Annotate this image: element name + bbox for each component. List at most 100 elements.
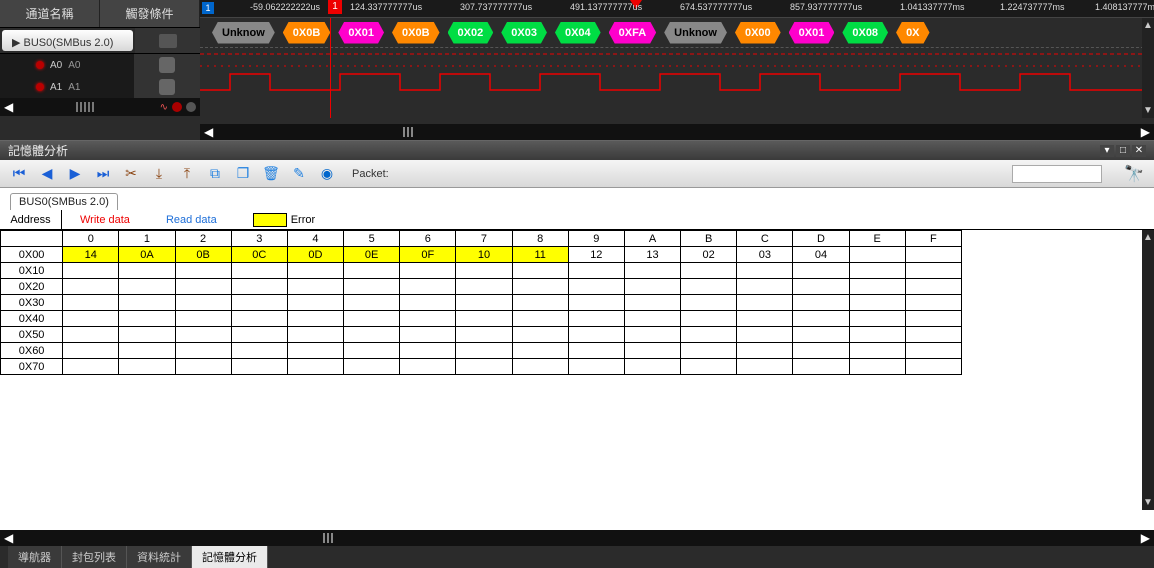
mem-cell[interactable] [400,311,456,327]
mem-cell[interactable] [400,279,456,295]
time-ruler[interactable]: 1 1 -59.062222222us 124.337777777us 307.… [200,0,1154,18]
last-button[interactable]: ⏭ [94,165,112,183]
import-button[interactable]: ⤓ [150,165,168,183]
mem-cell[interactable] [849,327,905,343]
mem-cell[interactable] [568,359,624,375]
waveform-scrollbar[interactable]: ◀ ▶ [200,124,1154,140]
packet-0X0B[interactable]: 0X0B [392,22,440,44]
packet-0X02[interactable]: 0X02 [448,22,494,44]
mem-cell[interactable] [175,327,231,343]
mem-cell[interactable] [287,311,343,327]
packet-0X01[interactable]: 0X01 [338,22,384,44]
waveform-area[interactable]: 1 1 -59.062222222us 124.337777777us 307.… [200,0,1154,140]
mem-cell[interactable] [231,343,287,359]
mem-cell[interactable] [344,343,400,359]
bus-row[interactable]: Unknow0X0B0X010X0B0X020X030X040XFAUnknow… [200,18,1154,48]
mem-cell[interactable] [793,343,849,359]
channel-bus0[interactable]: ▶ BUS0(SMBus 2.0) [2,30,133,51]
mem-cell[interactable] [63,311,119,327]
mem-cell[interactable] [63,279,119,295]
minimize-icon[interactable]: ▾ [1100,145,1114,157]
mem-cell[interactable] [624,263,680,279]
mem-cell[interactable] [119,279,175,295]
mem-cell[interactable] [905,295,961,311]
packet-0X03[interactable]: 0X03 [501,22,547,44]
mem-cell[interactable] [512,295,568,311]
mem-cell[interactable] [849,247,905,263]
search-input[interactable] [1012,165,1102,183]
mem-cell[interactable] [287,295,343,311]
mem-cell[interactable]: 14 [63,247,119,263]
mem-cell[interactable]: 0B [175,247,231,263]
mem-cell[interactable] [400,263,456,279]
mem-cell[interactable] [456,343,512,359]
tab-資料統計[interactable]: 資料統計 [127,546,192,568]
mem-cell[interactable] [568,311,624,327]
mem-cell[interactable] [793,295,849,311]
mem-cell[interactable]: 11 [512,247,568,263]
mem-cell[interactable]: 13 [624,247,680,263]
trigger-a0[interactable] [134,54,200,76]
mem-cell[interactable]: 02 [681,247,737,263]
mem-cell[interactable] [681,327,737,343]
mem-cell[interactable] [568,295,624,311]
mem-cell[interactable] [793,327,849,343]
mem-cell[interactable] [287,359,343,375]
mem-cell[interactable] [119,343,175,359]
mem-cell[interactable] [344,263,400,279]
scroll-thumb[interactable] [76,102,96,112]
mem-cell[interactable] [905,263,961,279]
tab-導航器[interactable]: 導航器 [8,546,62,568]
waveform-vscroll[interactable]: ▲▼ [1142,18,1154,118]
next-button[interactable]: ▶ [66,165,84,183]
mem-cell[interactable] [737,263,793,279]
mem-cell[interactable] [512,359,568,375]
mem-cell[interactable] [624,343,680,359]
mem-cell[interactable] [287,343,343,359]
circle-icon[interactable] [172,102,182,112]
mem-cell[interactable] [681,279,737,295]
subtab-bus0[interactable]: BUS0(SMBus 2.0) [10,193,118,210]
mem-cell[interactable] [175,263,231,279]
channel-a1[interactable]: A1 A1 [0,76,134,98]
mem-cell[interactable]: 0D [287,247,343,263]
mem-cell[interactable] [119,327,175,343]
mem-cell[interactable] [119,263,175,279]
packet-0X04[interactable]: 0X04 [555,22,601,44]
mem-cell[interactable] [175,343,231,359]
memory-vscroll[interactable]: ▲▼ [1142,230,1154,510]
mem-cell[interactable] [568,263,624,279]
mem-cell[interactable] [456,263,512,279]
mem-cell[interactable] [681,263,737,279]
mem-cell[interactable] [905,359,961,375]
prev-button[interactable]: ◀ [38,165,56,183]
packet-0X01[interactable]: 0X01 [789,22,835,44]
mem-cell[interactable] [287,327,343,343]
mem-cell[interactable] [737,279,793,295]
memory-area[interactable]: 0123456789ABCDEF0X00140A0B0C0D0E0F101112… [0,230,1154,530]
export-button[interactable]: ⤒ [178,165,196,183]
trigger-a1[interactable] [134,76,200,98]
copy-button[interactable]: ❐ [234,165,252,183]
mem-cell[interactable] [63,327,119,343]
trigger-bus0[interactable] [135,28,200,53]
mem-cell[interactable]: 12 [568,247,624,263]
mem-cell[interactable] [119,311,175,327]
compare-button[interactable]: ⧉ [206,165,224,183]
mem-cell[interactable] [119,295,175,311]
mem-cell[interactable] [231,311,287,327]
scroll-right-icon[interactable]: ▶ [1141,531,1150,545]
packet-0X0B[interactable]: 0X0B [283,22,331,44]
packet-Unknow[interactable]: Unknow [664,22,727,44]
mem-cell[interactable] [624,311,680,327]
mem-cell[interactable] [737,327,793,343]
edit-button[interactable]: ✎ [290,165,308,183]
scroll-thumb[interactable] [403,127,415,137]
mem-cell[interactable] [512,343,568,359]
mem-cell[interactable] [905,311,961,327]
cursor-line[interactable] [330,18,331,118]
cut-button[interactable]: ✂ [122,165,140,183]
first-button[interactable]: ⏮ [10,165,28,183]
mem-cell[interactable]: 0E [344,247,400,263]
mem-cell[interactable]: 0A [119,247,175,263]
